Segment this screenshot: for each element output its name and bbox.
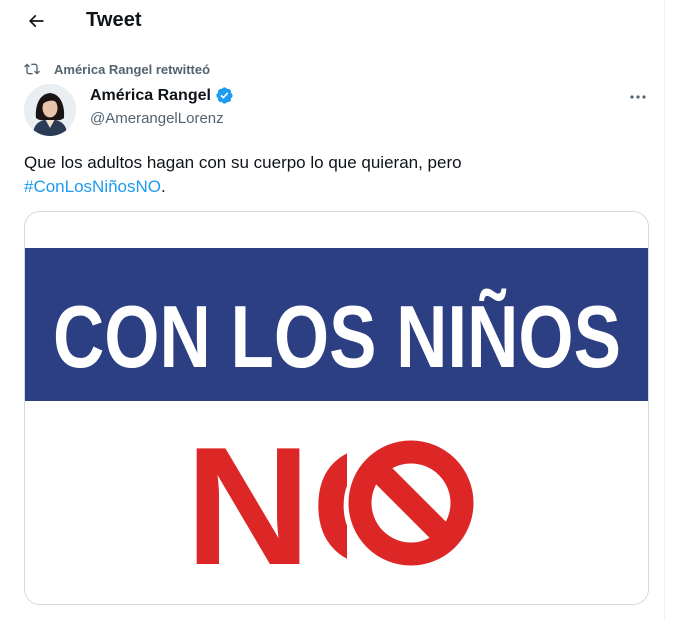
tweet-text: Que los adultos hagan con su cuerpo lo q… [24, 151, 644, 199]
column-divider [664, 0, 665, 620]
top-header: Tweet [0, 0, 664, 44]
avatar[interactable] [24, 84, 76, 136]
social-context: América Rangel retwitteó [24, 60, 210, 78]
hashtag-link[interactable]: #ConLosNiñosNO [24, 177, 161, 196]
author-name[interactable]: América Rangel [90, 86, 234, 105]
more-options-button[interactable] [624, 86, 652, 106]
back-button[interactable] [18, 6, 54, 40]
retweeted-by-link[interactable]: América Rangel retwitteó [54, 62, 210, 77]
verified-badge-icon [215, 86, 234, 105]
media-banner-text: CON LOS NIÑOS [53, 287, 621, 386]
display-name: América Rangel [90, 86, 211, 104]
more-horizontal-icon [629, 87, 647, 105]
arrow-left-icon [26, 11, 46, 36]
tweet-body: Que los adultos hagan con su cuerpo lo q… [24, 153, 462, 172]
page-title: Tweet [86, 9, 142, 31]
tweet-body-end: . [161, 177, 166, 196]
tweet-media[interactable]: CON LOS NIÑOS NO [24, 211, 649, 605]
prohibited-icon [347, 438, 477, 568]
author-handle[interactable]: @AmerangelLorenz [90, 110, 224, 127]
retweet-icon [24, 61, 42, 77]
